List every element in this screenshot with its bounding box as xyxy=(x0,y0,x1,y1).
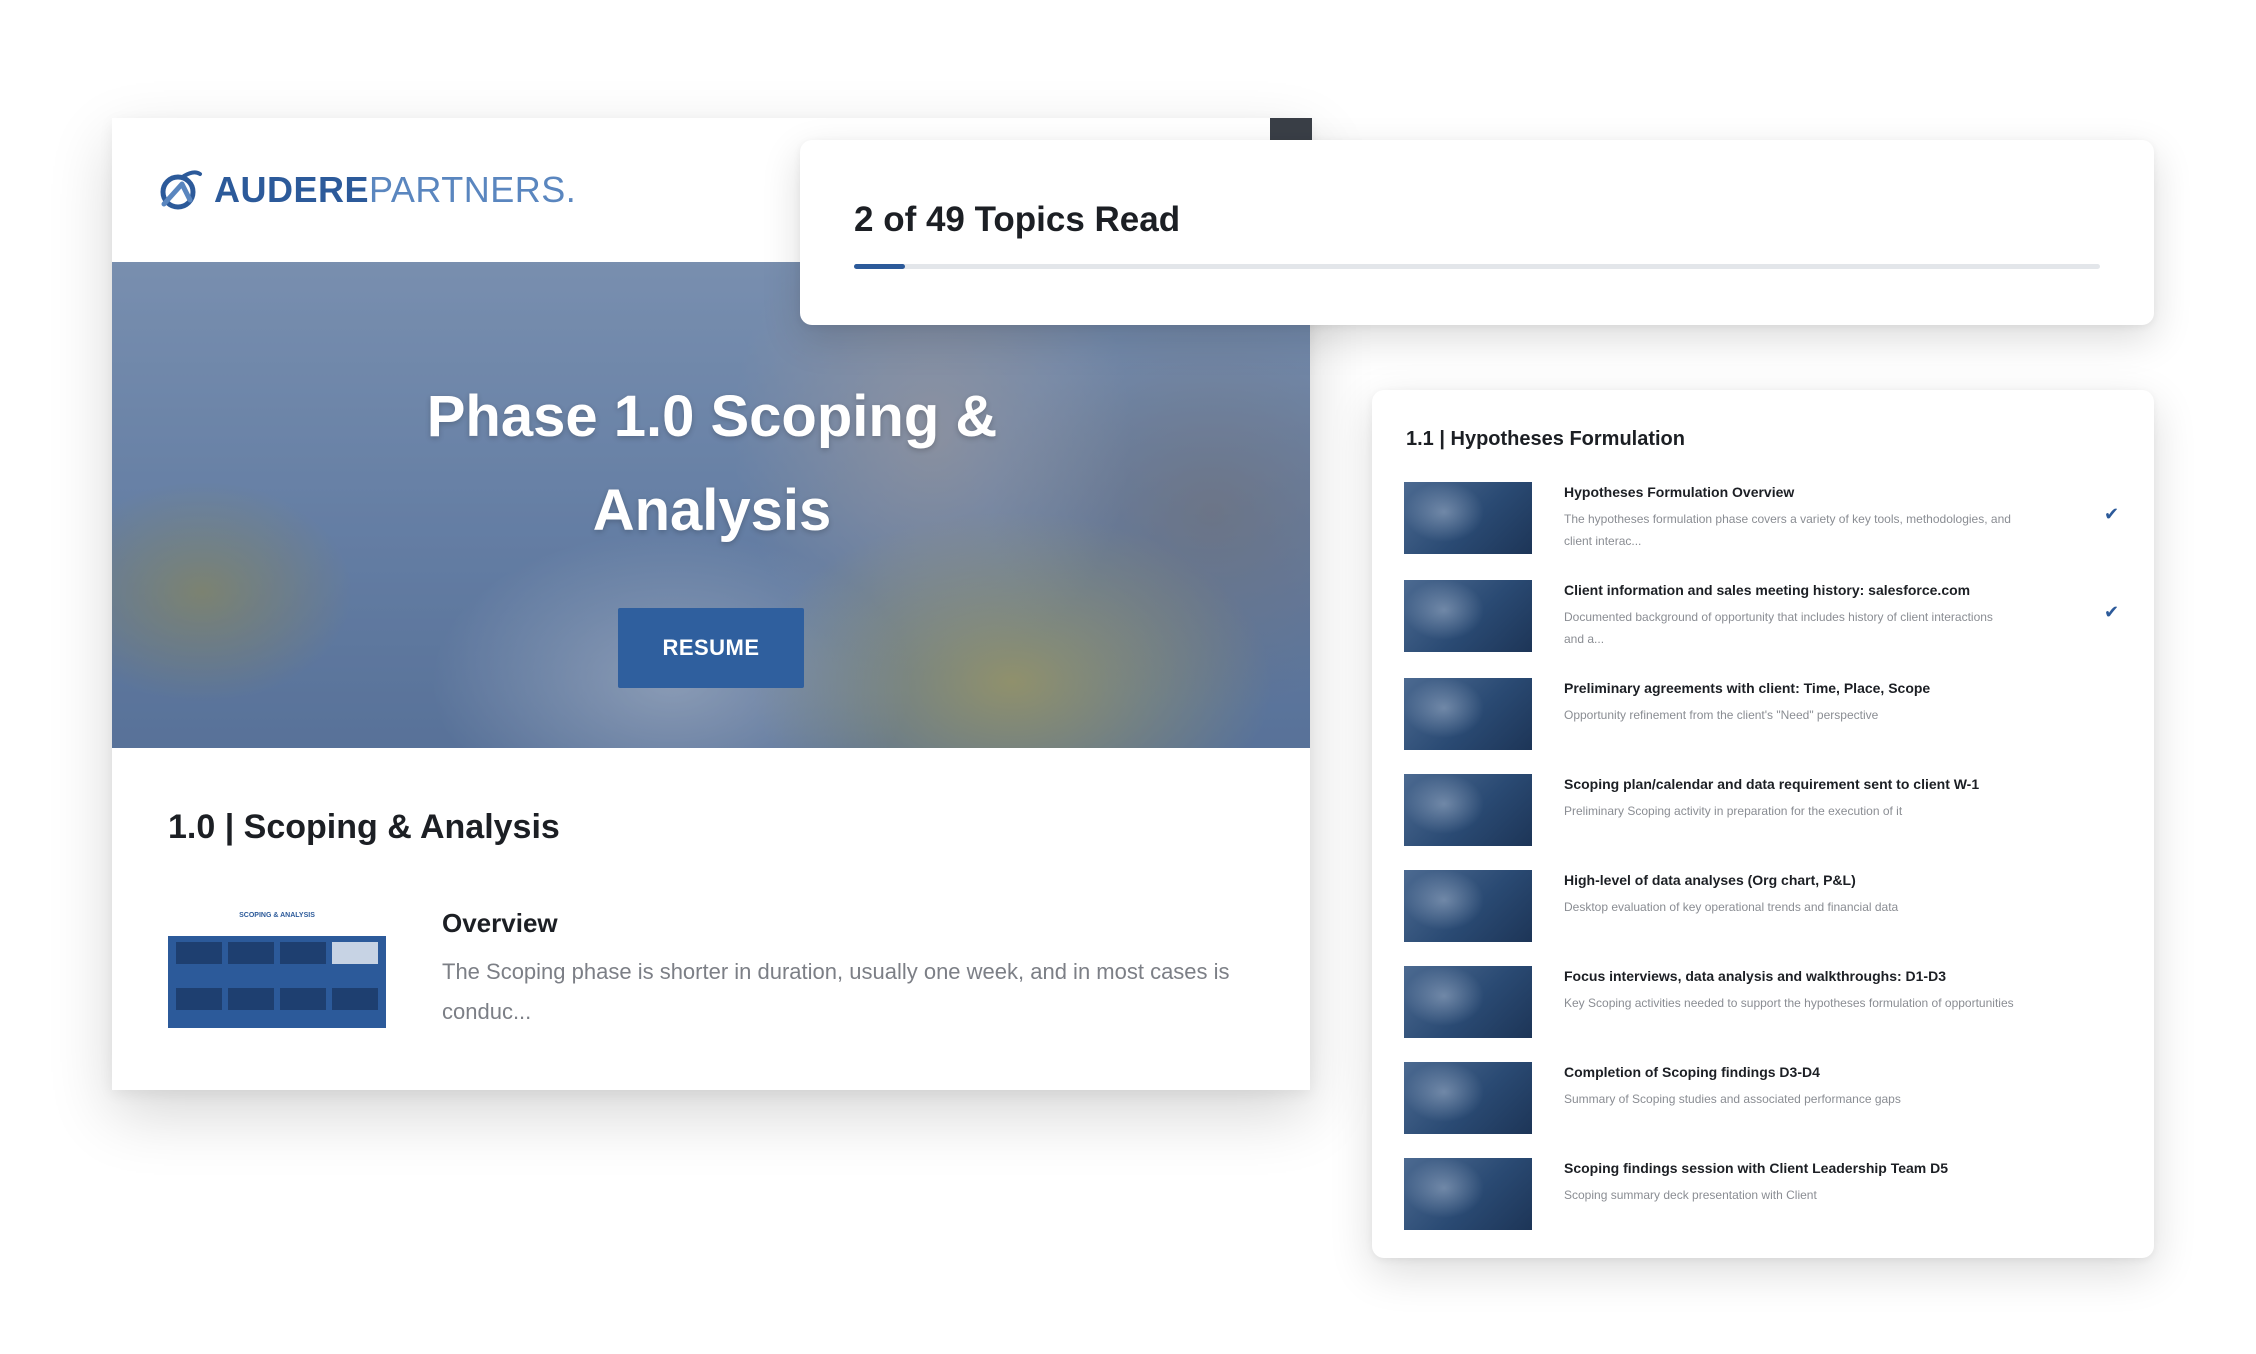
topic-list-title: 1.1 | Hypotheses Formulation xyxy=(1406,428,1685,450)
topic-item[interactable]: Completion of Scoping findings D3-D4 Sum… xyxy=(1404,1062,2134,1138)
overview-diagram xyxy=(168,936,386,1028)
topic-item[interactable]: Hypotheses Formulation Overview The hypo… xyxy=(1404,482,2134,558)
topic-thumbnail xyxy=(1404,1158,1532,1230)
topic-item[interactable]: Scoping findings session with Client Lea… xyxy=(1404,1158,2134,1234)
topic-title: Scoping plan/calendar and data requireme… xyxy=(1564,776,1980,792)
overview-thumbnail[interactable]: SCOPING & ANALYSIS xyxy=(166,912,388,1028)
topic-thumbnail xyxy=(1404,580,1532,652)
topic-item[interactable]: High-level of data analyses (Org chart, … xyxy=(1404,870,2134,946)
overview-text: The Scoping phase is shorter in duration… xyxy=(442,959,1230,1024)
brand-logo[interactable]: AUDEREPARTNERS. xyxy=(154,158,576,222)
audere-logo-icon xyxy=(160,170,202,210)
topic-description: Preliminary Scoping activity in preparat… xyxy=(1564,804,1903,818)
topic-title: Hypotheses Formulation Overview xyxy=(1564,484,1795,500)
tab-marker xyxy=(1270,118,1312,140)
progress-label: 2 of 49 Topics Read xyxy=(854,200,1181,239)
topic-list-card: 1.1 | Hypotheses Formulation Hypotheses … xyxy=(1372,390,2154,1258)
topic-title: Client information and sales meeting his… xyxy=(1564,582,1971,598)
topic-description: Desktop evaluation of key operational tr… xyxy=(1564,900,1899,914)
hero-title: Phase 1.0 Scoping & Analysis xyxy=(426,384,998,543)
topic-thumbnail xyxy=(1404,1062,1532,1134)
checkmark-icon: ✔ xyxy=(2104,602,2120,622)
topic-item[interactable]: Focus interviews, data analysis and walk… xyxy=(1404,966,2134,1042)
progress-track xyxy=(854,264,2100,269)
topic-thumbnail xyxy=(1404,870,1532,942)
topic-description: Scoping summary deck presentation with C… xyxy=(1564,1188,1817,1202)
topic-description: Key Scoping activities needed to support… xyxy=(1564,996,2014,1010)
topic-description: Documented background of opportunity tha… xyxy=(1564,610,1993,646)
topic-thumbnail xyxy=(1404,774,1532,846)
topic-title: High-level of data analyses (Org chart, … xyxy=(1564,872,1856,888)
topic-item[interactable]: Scoping plan/calendar and data requireme… xyxy=(1404,774,2134,850)
topic-description: The hypotheses formulation phase covers … xyxy=(1564,512,2011,548)
checkmark-icon: ✔ xyxy=(2104,504,2120,524)
overview-thumbnail-caption: SCOPING & ANALYSIS xyxy=(239,912,315,919)
progress-fill xyxy=(854,264,905,269)
topic-title: Scoping findings session with Client Lea… xyxy=(1564,1160,1949,1176)
topic-title: Focus interviews, data analysis and walk… xyxy=(1564,968,1946,984)
overview-heading[interactable]: Overview xyxy=(442,908,558,939)
topic-title: Preliminary agreements with client: Time… xyxy=(1564,680,1931,696)
topic-item[interactable]: Preliminary agreements with client: Time… xyxy=(1404,678,2134,754)
topic-title: Completion of Scoping findings D3-D4 xyxy=(1564,1064,1820,1080)
topic-thumbnail xyxy=(1404,966,1532,1038)
topic-thumbnail xyxy=(1404,482,1532,554)
topic-thumbnail xyxy=(1404,678,1532,750)
progress-card: 2 of 49 Topics Read xyxy=(800,140,2154,325)
resume-button[interactable]: RESUME xyxy=(618,608,804,688)
topic-description: Summary of Scoping studies and associate… xyxy=(1564,1092,1901,1106)
topic-item[interactable]: Client information and sales meeting his… xyxy=(1404,580,2134,656)
section-title: 1.0 | Scoping & Analysis xyxy=(168,808,560,846)
topic-description: Opportunity refinement from the client's… xyxy=(1564,708,1879,722)
brand-name: AUDEREPARTNERS. xyxy=(214,169,577,210)
hero-banner: Phase 1.0 Scoping & Analysis RESUME xyxy=(112,262,1310,748)
